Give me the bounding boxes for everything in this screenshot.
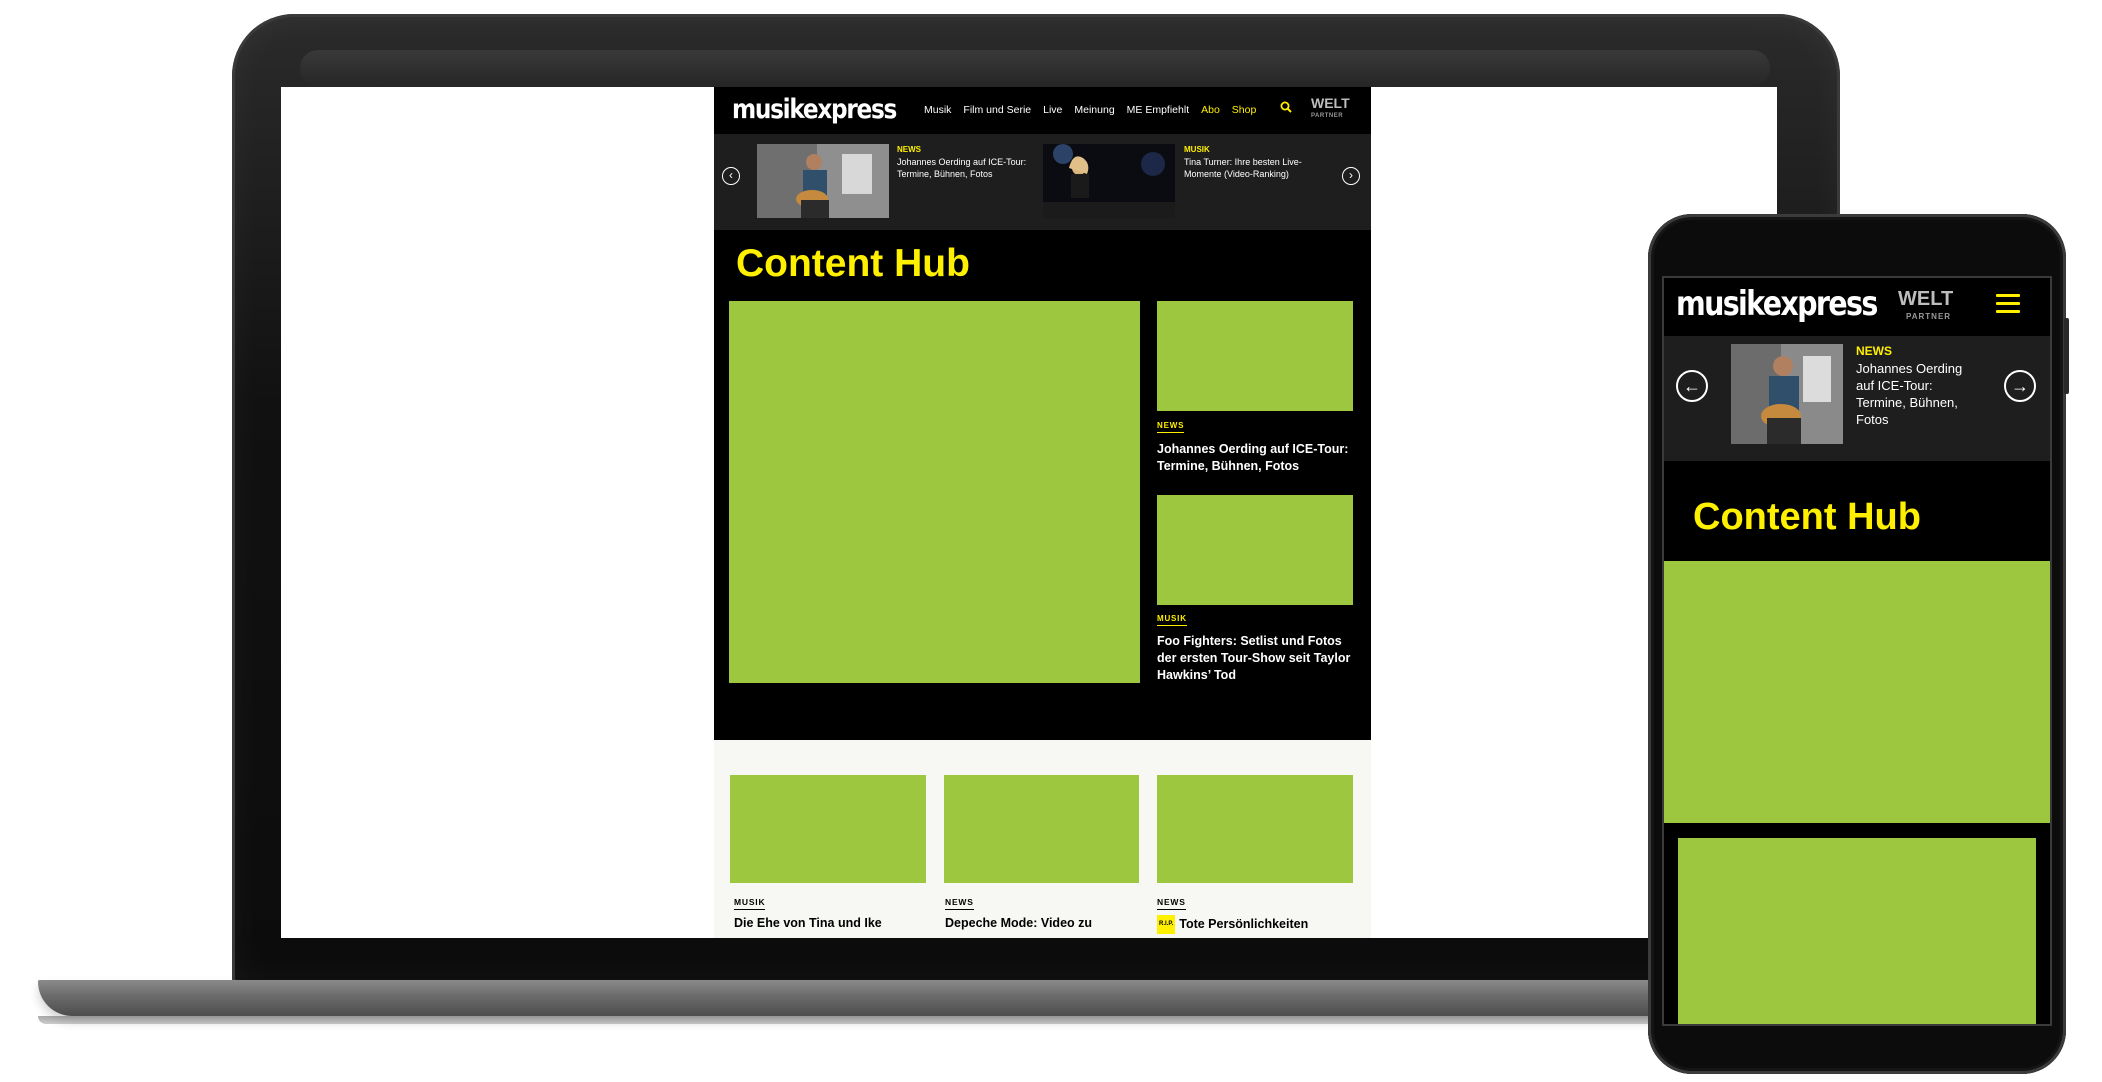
- article-title[interactable]: Tote Persönlichkeiten: [1179, 917, 1308, 931]
- nav-item-shop[interactable]: Shop: [1232, 104, 1257, 116]
- hero-image-placeholder[interactable]: [729, 301, 1140, 683]
- rip-badge: R.I.P.: [1157, 915, 1176, 934]
- article-category[interactable]: NEWS: [1157, 421, 1185, 433]
- arrow-left-icon[interactable]: ‹: [722, 167, 740, 185]
- article-title-with-badge[interactable]: R.I.P. Tote Persönlichkeiten: [1157, 915, 1357, 934]
- nav-item-meinung[interactable]: Meinung: [1074, 104, 1114, 116]
- article-category[interactable]: NEWS: [945, 897, 974, 910]
- ticker-thumbnail: [1731, 344, 1843, 444]
- hero-image-placeholder[interactable]: [1664, 561, 2050, 823]
- news-ticker: ‹ NEWS Johannes Oerding auf ICE-Tour: Te…: [714, 134, 1371, 230]
- page-title: Content Hub: [1693, 496, 1921, 538]
- site-logo[interactable]: musikexpress: [1676, 284, 1878, 324]
- article-grid-section: MUSIK NEWS NEWS Die Ehe von Tina und Ike…: [714, 740, 1371, 938]
- ticker-title[interactable]: Johannes Oerding auf ICE-Tour: Termine, …: [1856, 360, 1981, 428]
- article-title[interactable]: Depeche Mode: Video zu: [945, 915, 1145, 932]
- ticker-thumbnail: [1043, 144, 1175, 218]
- laptop-base-shadow: [38, 1016, 1758, 1024]
- article-image-placeholder[interactable]: [1678, 838, 2036, 1024]
- ticker-category: MUSIK: [1184, 145, 1210, 154]
- laptop-screen: musikexpress Musik Film und Serie Live M…: [281, 87, 1777, 938]
- article-image-placeholder[interactable]: [1157, 775, 1353, 883]
- nav-item-abo[interactable]: Abo: [1201, 104, 1220, 116]
- arrow-left-icon[interactable]: ←: [1676, 370, 1708, 402]
- ticker-thumbnail: [757, 144, 889, 218]
- article-image-placeholder[interactable]: [1157, 495, 1353, 605]
- search-icon[interactable]: [1280, 101, 1292, 113]
- ticker-title[interactable]: Johannes Oerding auf ICE-Tour: Termine, …: [897, 156, 1037, 180]
- welt-partner-logo[interactable]: WELT PARTNER: [1898, 288, 1954, 326]
- page-title: Content Hub: [736, 242, 970, 285]
- partner-label: PARTNER: [1311, 113, 1344, 119]
- phone-side-button: [2064, 318, 2069, 394]
- laptop-base: [38, 980, 1758, 1016]
- article-category[interactable]: MUSIK: [1157, 614, 1187, 626]
- hamburger-menu-icon[interactable]: [1996, 294, 2020, 314]
- partner-label: PARTNER: [1906, 312, 1952, 321]
- phone-screen: musikexpress WELT PARTNER ← NEWS Johanne…: [1662, 276, 2052, 1026]
- article-category[interactable]: NEWS: [1157, 897, 1186, 910]
- ticker-title[interactable]: Tina Turner: Ihre besten Live-Momente (V…: [1184, 156, 1324, 180]
- article-category[interactable]: MUSIK: [734, 897, 766, 910]
- site-header: musikexpress Musik Film und Serie Live M…: [714, 87, 1371, 134]
- article-image-placeholder[interactable]: [730, 775, 926, 883]
- welt-logo-text: WELT: [1311, 95, 1350, 111]
- article-image-placeholder[interactable]: [1157, 301, 1353, 411]
- mobile-header: musikexpress WELT PARTNER: [1664, 278, 2050, 336]
- nav-item-me-empfiehlt[interactable]: ME Empfiehlt: [1127, 104, 1189, 116]
- site-logo[interactable]: musikexpress: [732, 94, 897, 125]
- welt-partner-logo[interactable]: WELT PARTNER: [1311, 95, 1350, 123]
- nav-item-live[interactable]: Live: [1043, 104, 1062, 116]
- mobile-news-ticker: ← NEWS Johannes Oerding auf ICE-Tour: Te…: [1664, 336, 2050, 461]
- article-image-placeholder[interactable]: [944, 775, 1139, 883]
- arrow-right-icon[interactable]: ›: [1342, 167, 1360, 185]
- ticker-category: NEWS: [1856, 344, 1892, 358]
- arrow-right-icon[interactable]: →: [2004, 370, 2036, 402]
- nav-item-musik[interactable]: Musik: [924, 104, 951, 116]
- laptop-bezel-glare: [300, 50, 1770, 86]
- main-nav: Musik Film und Serie Live Meinung ME Emp…: [924, 104, 1256, 116]
- article-title[interactable]: Die Ehe von Tina und Ike: [734, 915, 934, 932]
- article-title[interactable]: Foo Fighters: Setlist und Fotos der erst…: [1157, 633, 1357, 684]
- nav-item-film-und-serie[interactable]: Film und Serie: [963, 104, 1031, 116]
- welt-logo-text: WELT: [1898, 288, 1954, 310]
- website-desktop: musikexpress Musik Film und Serie Live M…: [714, 87, 1371, 938]
- ticker-category: NEWS: [897, 145, 921, 154]
- article-title[interactable]: Johannes Oerding auf ICE-Tour: Termine, …: [1157, 441, 1357, 475]
